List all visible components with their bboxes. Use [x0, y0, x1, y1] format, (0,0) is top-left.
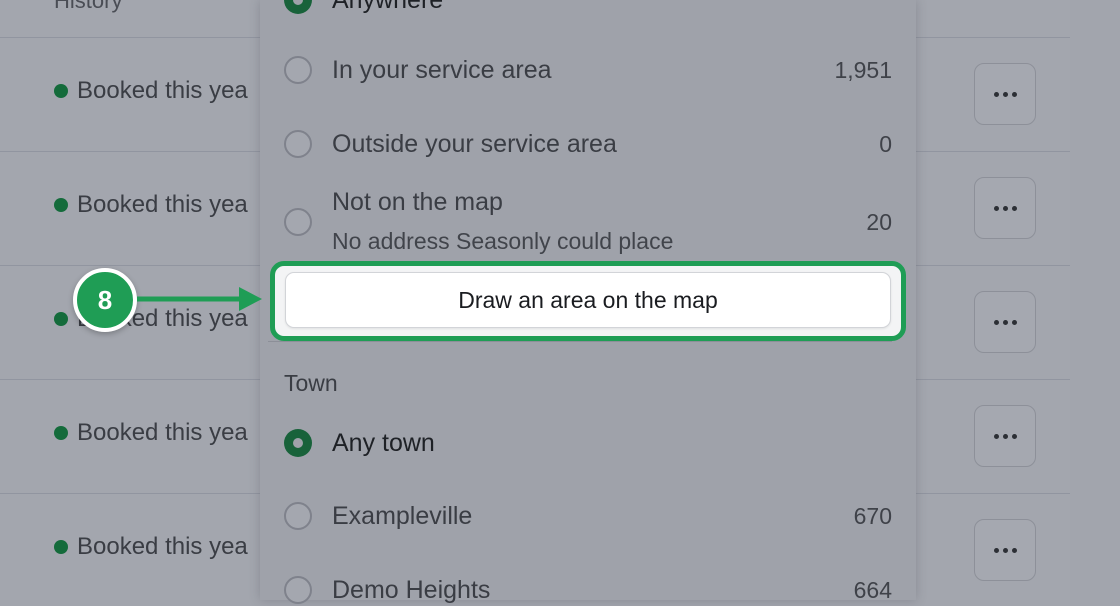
- status-label: Booked this yea: [77, 191, 248, 218]
- radio-icon[interactable]: [284, 502, 312, 530]
- callout-arrow-icon: [137, 287, 262, 311]
- option-count: 670: [853, 502, 892, 529]
- status-cell: Booked this yea: [54, 191, 248, 219]
- radio-option-in-service-area[interactable]: In your service area 1,951: [284, 54, 892, 86]
- radio-selected-icon[interactable]: [284, 429, 312, 457]
- more-actions-button[interactable]: [974, 63, 1036, 125]
- option-label: Any town: [332, 428, 435, 457]
- status-dot-icon: [54, 198, 68, 212]
- more-actions-button[interactable]: [974, 519, 1036, 581]
- radio-icon[interactable]: [284, 130, 312, 158]
- draw-area-on-map-button[interactable]: Draw an area on the map: [285, 272, 891, 328]
- section-divider: [268, 341, 892, 342]
- option-count: 0: [879, 130, 892, 157]
- status-label: Booked this yea: [77, 77, 248, 104]
- option-label: Demo Heights: [332, 575, 491, 604]
- option-label: Outside your service area: [332, 129, 617, 158]
- more-actions-button[interactable]: [974, 177, 1036, 239]
- option-label: Anywhere: [332, 0, 443, 15]
- page-margin: [1070, 0, 1120, 600]
- step-number-badge: 8: [73, 268, 137, 332]
- status-cell: Booked this yea: [54, 419, 248, 447]
- status-cell: Booked this yea: [54, 77, 248, 105]
- status-dot-icon: [54, 84, 68, 98]
- more-actions-button[interactable]: [974, 405, 1036, 467]
- status-dot-icon: [54, 426, 68, 440]
- option-count: 20: [866, 208, 892, 235]
- radio-icon[interactable]: [284, 56, 312, 84]
- option-label: Not on the map: [332, 187, 503, 216]
- radio-option-demo-heights[interactable]: Demo Heights 664: [284, 574, 892, 606]
- option-count: 1,951: [834, 56, 892, 83]
- radio-icon[interactable]: [284, 208, 312, 236]
- status-cell: Booked this yea: [54, 533, 248, 561]
- radio-option-outside-service-area[interactable]: Outside your service area 0: [284, 128, 892, 160]
- status-label: Booked this yea: [77, 533, 248, 560]
- history-column-header: History: [54, 0, 123, 13]
- status-dot-icon: [54, 540, 68, 554]
- radio-option-exampleville[interactable]: Exampleville 670: [284, 500, 892, 532]
- more-actions-button[interactable]: [974, 291, 1036, 353]
- radio-selected-icon[interactable]: [284, 0, 312, 14]
- status-label: Booked this yea: [77, 419, 248, 446]
- town-section-title: Town: [284, 370, 338, 396]
- option-sublabel: No address Seasonly could place: [332, 228, 674, 254]
- status-dot-icon: [54, 312, 68, 326]
- option-label: In your service area: [332, 55, 552, 84]
- option-count: 664: [853, 576, 892, 603]
- radio-option-anywhere[interactable]: Anywhere: [284, 0, 892, 16]
- radio-option-any-town[interactable]: Any town: [284, 427, 892, 459]
- option-label: Exampleville: [332, 501, 473, 530]
